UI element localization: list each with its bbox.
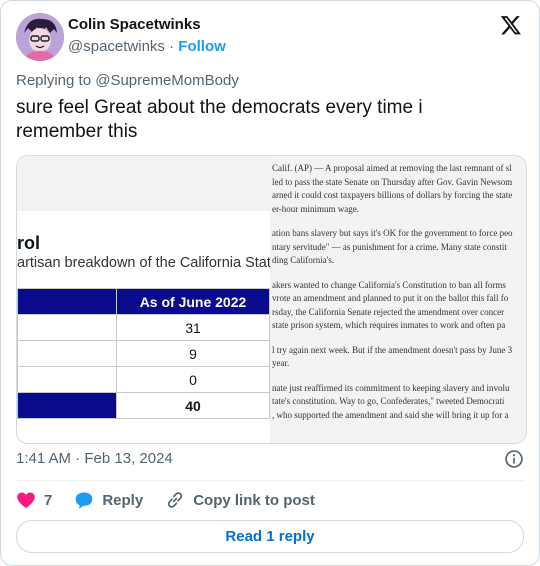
article-line: Calif. (AP) — A proposal aimed at removi… — [272, 163, 512, 173]
like-button[interactable]: 7 — [16, 490, 52, 510]
table-row: 31 — [17, 314, 270, 341]
article-line: er-hour minimum wage. — [272, 203, 360, 214]
article-text: Calif. (AP) — A proposal aimed at removi… — [272, 162, 513, 422]
table-row: 9 — [17, 340, 270, 367]
media-image-table: rol artisan breakdown of the California … — [17, 156, 279, 443]
author-handle[interactable]: @spacetwinks — [68, 38, 165, 55]
party-breakdown-table: As of June 2022 31 9 0 40 — [17, 288, 270, 419]
read-replies-button[interactable]: Read 1 reply — [16, 520, 524, 553]
table-cell: 40 — [116, 392, 270, 419]
reply-bubble-icon — [76, 492, 93, 509]
article-line: tate's constitution. Way to go, Confeder… — [272, 396, 505, 406]
media-image-article: Calif. (AP) — A proposal aimed at removi… — [270, 156, 526, 443]
author-handle-row: @spacetwinks · Follow — [68, 38, 226, 55]
tweet-text: sure feel Great about the democrats ever… — [16, 97, 423, 142]
info-icon[interactable] — [504, 449, 524, 469]
x-logo-icon[interactable] — [500, 14, 522, 36]
article-line: arned it could cost taxpayers billions o… — [272, 190, 513, 200]
table-cell: 0 — [116, 366, 270, 393]
avatar[interactable] — [16, 13, 64, 61]
tweet-card: Colin Spacetwinks @spacetwinks · Follow … — [0, 0, 540, 566]
timestamp[interactable]: 1:41 AM · Feb 13, 2024 — [16, 450, 173, 467]
link-icon — [168, 492, 183, 508]
table-header-cell — [17, 288, 117, 315]
copy-link-label: Copy link to post — [193, 491, 315, 509]
article-line: l try again next week. But if the amendm… — [272, 344, 513, 355]
table-cell: 31 — [116, 314, 270, 341]
table-cell — [17, 314, 117, 341]
table-cell — [17, 392, 117, 419]
table-header-row: As of June 2022 — [17, 288, 270, 315]
table-header-cell: As of June 2022 — [116, 288, 270, 315]
article-line: state prison system, which requires inma… — [272, 320, 506, 330]
image-top-bar — [17, 156, 270, 211]
article-line: , who supported the amendment and said s… — [272, 409, 509, 420]
reply-button[interactable]: Reply — [74, 490, 143, 510]
action-bar: 7 Reply Copy link to post — [16, 490, 337, 510]
image-title-fragment: rol — [17, 233, 41, 253]
table-row: 0 — [17, 366, 270, 393]
article-line: ding California's. — [272, 255, 335, 265]
like-count: 7 — [44, 491, 53, 509]
tweet-media[interactable]: rol artisan breakdown of the California … — [16, 155, 527, 444]
reply-label: Reply — [102, 491, 144, 509]
divider — [16, 480, 524, 481]
image-subtitle-fragment: artisan breakdown of the California Stat… — [17, 255, 279, 271]
article-line: led to pass the state Senate on Thursday… — [272, 176, 513, 187]
author-name[interactable]: Colin Spacetwinks — [68, 16, 201, 33]
table-cell — [17, 340, 117, 367]
article-line: ation bans slavery but says it's OK for … — [272, 228, 513, 238]
follow-button[interactable]: Follow — [178, 38, 226, 55]
article-line: rsday, the California Senate rejected th… — [272, 306, 505, 317]
heart-icon — [17, 492, 35, 508]
replying-to[interactable]: Replying to @SupremeMomBody — [16, 72, 239, 89]
article-line: year. — [272, 358, 290, 368]
table-cell — [17, 366, 117, 393]
table-row-total: 40 — [17, 392, 270, 419]
article-line: vrote an amendment and planned to put it… — [272, 293, 509, 303]
article-line: ntary servitude" — as punishment for a c… — [272, 241, 507, 252]
copy-link-button[interactable]: Copy link to post — [165, 490, 315, 510]
article-line: nate just reaffirmed its commitment to k… — [272, 382, 510, 393]
separator-dot: · — [169, 38, 175, 55]
table-cell: 9 — [116, 340, 270, 367]
article-line: akers wanted to change California's Cons… — [272, 279, 506, 290]
